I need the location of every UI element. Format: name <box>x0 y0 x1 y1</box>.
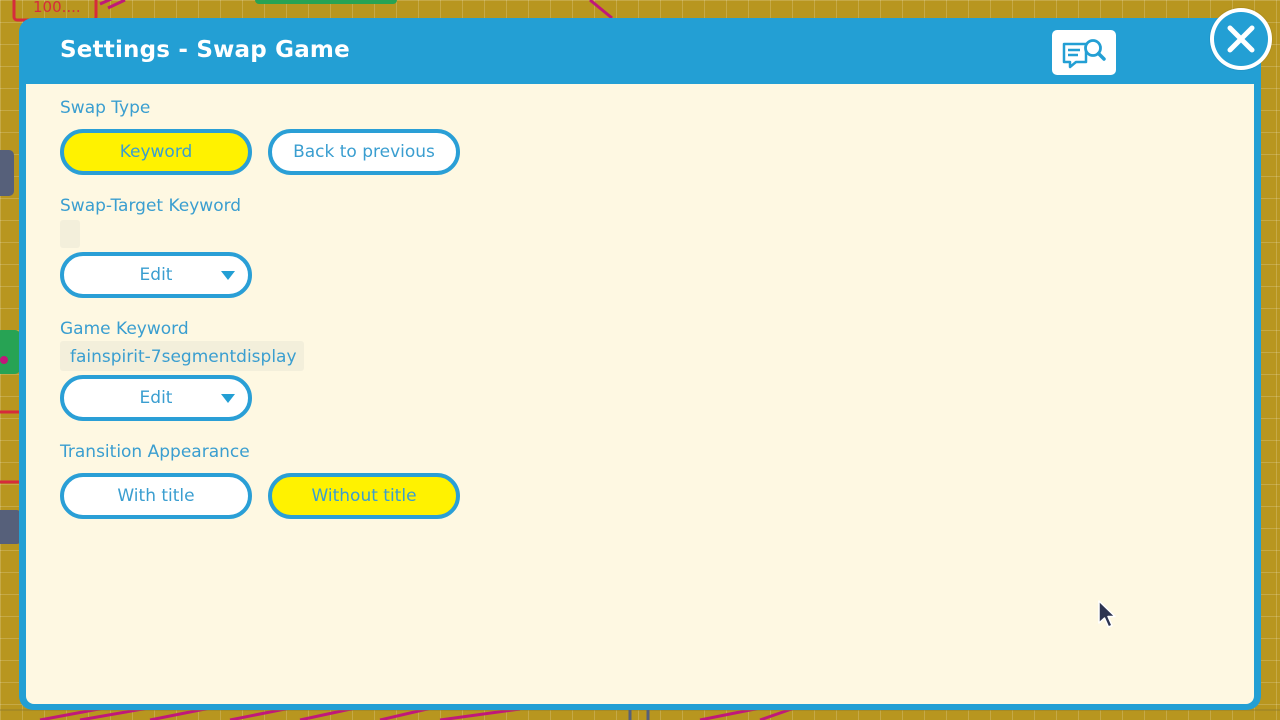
background-node-gray <box>0 510 20 544</box>
swap-type-label: Swap Type <box>60 98 151 118</box>
transition-appearance-label: Transition Appearance <box>60 442 250 462</box>
transition-without-title-button[interactable]: Without title <box>268 473 460 519</box>
background-connector <box>589 0 613 20</box>
swap-type-keyword-button[interactable]: Keyword <box>60 129 252 175</box>
background-node-text: 100.... <box>33 0 81 16</box>
swap-target-edit-dropdown[interactable]: Edit <box>60 252 252 298</box>
chevron-down-icon <box>221 271 235 280</box>
swap-target-edit-label: Edit <box>139 265 173 285</box>
close-button-face <box>1214 12 1268 66</box>
help-button[interactable] <box>1052 30 1116 75</box>
dialog-header: Settings - Swap Game <box>19 18 1261 84</box>
swap-type-back-button[interactable]: Back to previous <box>268 129 460 175</box>
background-port <box>0 356 8 364</box>
background-node-green <box>0 330 20 374</box>
close-icon <box>1227 25 1255 53</box>
background-node-green <box>255 0 397 4</box>
game-keyword-edit-label: Edit <box>139 388 173 408</box>
document-search-icon <box>1062 39 1106 69</box>
dialog-title: Settings - Swap Game <box>60 37 350 63</box>
game-keyword-label: Game Keyword <box>60 319 189 339</box>
settings-dialog: Settings - Swap Game Swap Type Keyword B… <box>19 18 1261 710</box>
swap-target-keyword-label: Swap-Target Keyword <box>60 196 242 216</box>
chevron-down-icon <box>221 394 235 403</box>
close-button[interactable] <box>1210 8 1272 70</box>
mouse-pointer-icon <box>1098 600 1116 628</box>
transition-with-title-button[interactable]: With title <box>60 473 252 519</box>
game-keyword-value: fainspirit-7segmentdisplay <box>60 341 304 371</box>
background-connector <box>99 0 126 10</box>
background-node-gray <box>0 150 14 196</box>
game-keyword-edit-dropdown[interactable]: Edit <box>60 375 252 421</box>
dialog-body: Swap Type Keyword Back to previous Swap-… <box>26 84 1254 704</box>
swap-target-keyword-value <box>60 220 80 248</box>
